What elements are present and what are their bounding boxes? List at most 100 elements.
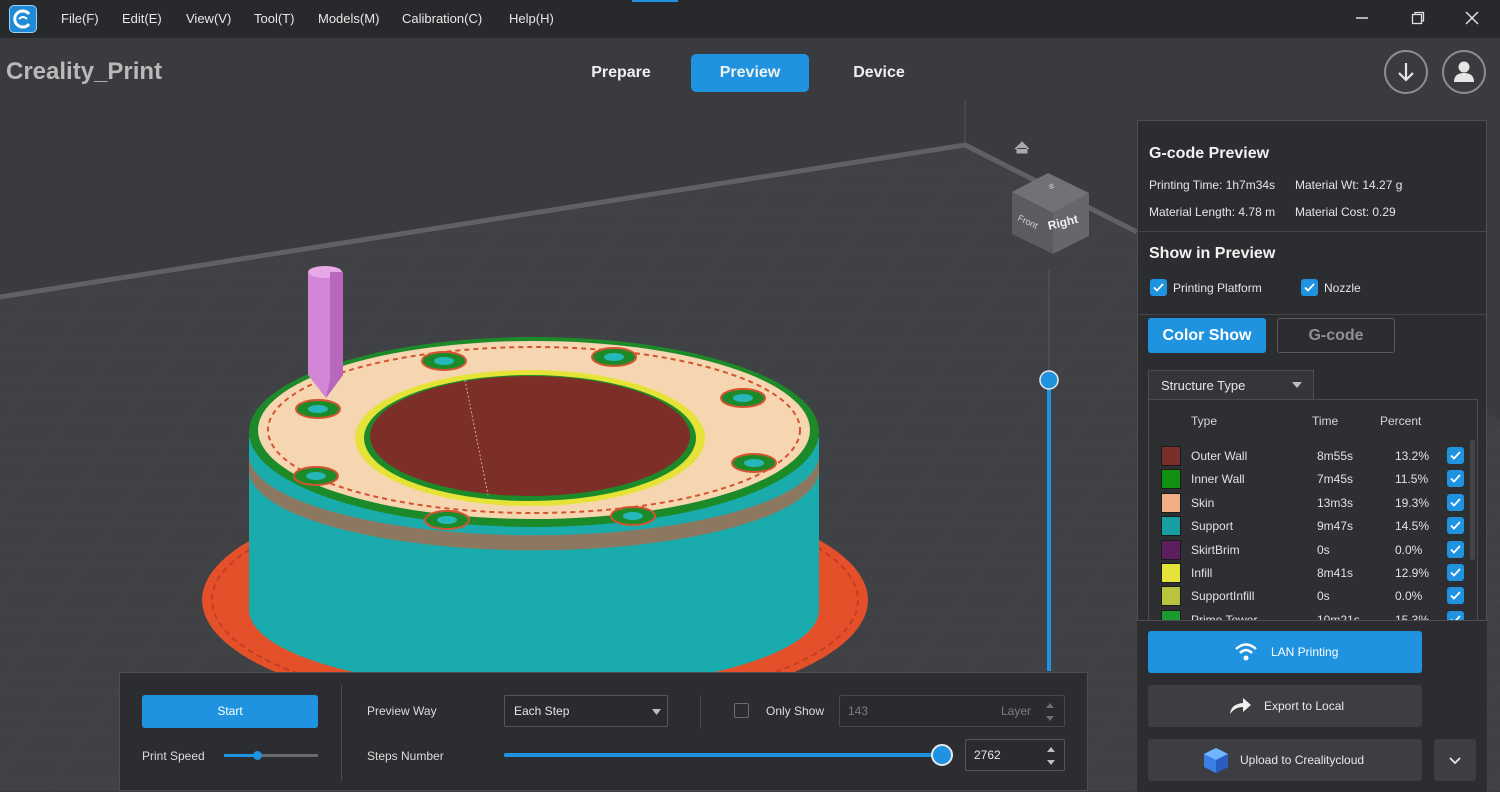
menu-calibration[interactable]: Calibration(C) [402, 11, 482, 26]
structure-percent: 0.0% [1395, 542, 1423, 557]
printing-time: Printing Time: 1h7m34s [1149, 178, 1276, 192]
lan-printing-label: LAN Printing [1271, 645, 1339, 659]
material-weight: Material Wt: 14.27 g [1295, 178, 1403, 192]
start-button[interactable]: Start [142, 695, 318, 728]
app-logo-icon [9, 5, 37, 33]
action-area: LAN Printing Export to Local Upload to C… [1137, 620, 1487, 792]
export-local-button[interactable]: Export to Local [1148, 685, 1422, 727]
preview-toolbar: Start Print Speed Preview Way Each Step … [119, 672, 1088, 791]
gcode-button[interactable]: G-code [1277, 318, 1395, 353]
menu-view[interactable]: View(V) [186, 11, 231, 26]
restore-icon[interactable] [1403, 6, 1433, 32]
preview-way-select[interactable]: Each Step [504, 695, 668, 727]
scrollbar[interactable] [1470, 440, 1475, 560]
menu-edit[interactable]: Edit(E) [122, 11, 162, 26]
structure-row: Infill 8m41s 12.9% [1149, 563, 1477, 586]
nozzle-checkbox[interactable] [1301, 279, 1318, 296]
print-speed-slider[interactable] [224, 751, 318, 760]
structure-type: SupportInfill [1191, 589, 1255, 604]
structure-visibility-checkbox[interactable] [1447, 447, 1464, 464]
tab-preview[interactable]: Preview [691, 54, 809, 92]
color-swatch [1161, 446, 1181, 466]
chevron-down-icon [1449, 757, 1461, 765]
menu-help[interactable]: Help(H) [509, 11, 554, 26]
structure-time: 0s [1317, 589, 1330, 604]
share-arrow-icon [1230, 698, 1251, 714]
structure-type: Support [1191, 519, 1234, 534]
steps-slider[interactable] [504, 744, 953, 766]
structure-type-label: Structure Type [1161, 378, 1246, 393]
structure-table: Type Time Percent Outer Wall 8m55s 13.2% In… [1148, 399, 1478, 623]
color-swatch [1161, 516, 1181, 537]
color-show-button[interactable]: Color Show [1148, 318, 1266, 353]
steps-thumb[interactable] [931, 744, 953, 766]
print-speed-label: Print Speed [142, 749, 205, 763]
structure-visibility-checkbox[interactable] [1447, 470, 1464, 488]
structure-percent: 14.5% [1395, 519, 1430, 534]
structure-time: 8m41s [1317, 566, 1354, 580]
steps-input[interactable]: 2762 [965, 739, 1065, 771]
print-speed-fill [224, 754, 257, 757]
structure-time: 9m47s [1317, 519, 1354, 534]
structure-time: 13m3s [1317, 495, 1354, 510]
user-button[interactable] [1442, 50, 1486, 94]
structure-type-dropdown[interactable]: Structure Type [1148, 370, 1314, 400]
structure-row: SkirtBrim 0s 0.0% [1149, 539, 1477, 563]
printing-platform-label: Printing Platform [1173, 281, 1262, 295]
structure-visibility-checkbox[interactable] [1447, 540, 1464, 558]
more-options-button[interactable] [1434, 739, 1476, 781]
download-button[interactable] [1384, 50, 1428, 94]
steps-value: 2762 [974, 748, 1001, 762]
spin-arrows-icon[interactable] [1045, 702, 1055, 722]
print-speed-thumb[interactable] [252, 751, 262, 760]
preview-way-value: Each Step [514, 704, 570, 718]
color-swatch [1161, 539, 1181, 560]
preview-way-label: Preview Way [367, 704, 437, 718]
color-swatch [1161, 492, 1181, 513]
header-type: Type [1191, 414, 1218, 428]
show-in-preview-title: Show in Preview [1149, 245, 1276, 262]
structure-type: Infill [1191, 566, 1213, 580]
menu-bar: File(F) Edit(E) View(V) Tool(T) Models(M… [0, 0, 1500, 38]
menu-file[interactable]: File(F) [61, 11, 99, 26]
tab-prepare[interactable]: Prepare [570, 54, 672, 92]
menu-models[interactable]: Models(M) [318, 11, 379, 26]
tab-device[interactable]: Device [830, 54, 928, 92]
spin-arrows-icon[interactable] [1046, 746, 1056, 766]
color-swatch [1161, 586, 1181, 607]
structure-visibility-checkbox[interactable] [1447, 517, 1464, 535]
structure-percent: 0.0% [1395, 589, 1423, 604]
nozzle-label: Nozzle [1324, 281, 1361, 295]
layer-input[interactable]: 143 Layer [839, 695, 1065, 727]
menu-tool[interactable]: Tool(T) [254, 11, 294, 26]
divider [341, 685, 342, 781]
lan-printing-button[interactable]: LAN Printing [1148, 631, 1422, 673]
chevron-down-icon [652, 709, 661, 715]
header-percent: Percent [1380, 414, 1422, 428]
structure-row: Skin 13m3s 19.3% [1149, 492, 1477, 516]
color-swatch [1161, 469, 1181, 490]
layer-unit: Layer [1001, 704, 1032, 718]
structure-row: SupportInfill 0s 0.0% [1149, 586, 1477, 609]
steps-number-label: Steps Number [367, 749, 444, 763]
structure-percent: 12.9% [1395, 566, 1430, 580]
divider [1138, 314, 1486, 315]
divider [700, 695, 701, 729]
app-title: Creality_Print [6, 58, 163, 85]
material-length: Material Length: 4.78 m [1149, 205, 1276, 219]
only-show-checkbox[interactable] [734, 703, 749, 718]
minimize-icon[interactable] [1347, 6, 1377, 32]
structure-visibility-checkbox[interactable] [1447, 493, 1464, 511]
gcode-preview-title: G-code Preview [1149, 145, 1270, 162]
close-icon[interactable] [1457, 6, 1487, 32]
structure-visibility-checkbox[interactable] [1447, 564, 1464, 581]
structure-visibility-checkbox[interactable] [1447, 587, 1464, 605]
upload-cloud-button[interactable]: Upload to Crealitycloud [1148, 739, 1422, 781]
material-cost: Material Cost: 0.29 [1295, 205, 1396, 219]
chevron-down-icon [1292, 382, 1302, 388]
drag-indicator [632, 0, 678, 2]
printing-platform-checkbox[interactable] [1150, 279, 1167, 296]
steps-fill [504, 753, 942, 757]
structure-time: 8m55s [1317, 449, 1354, 463]
structure-time: 7m45s [1317, 472, 1354, 487]
